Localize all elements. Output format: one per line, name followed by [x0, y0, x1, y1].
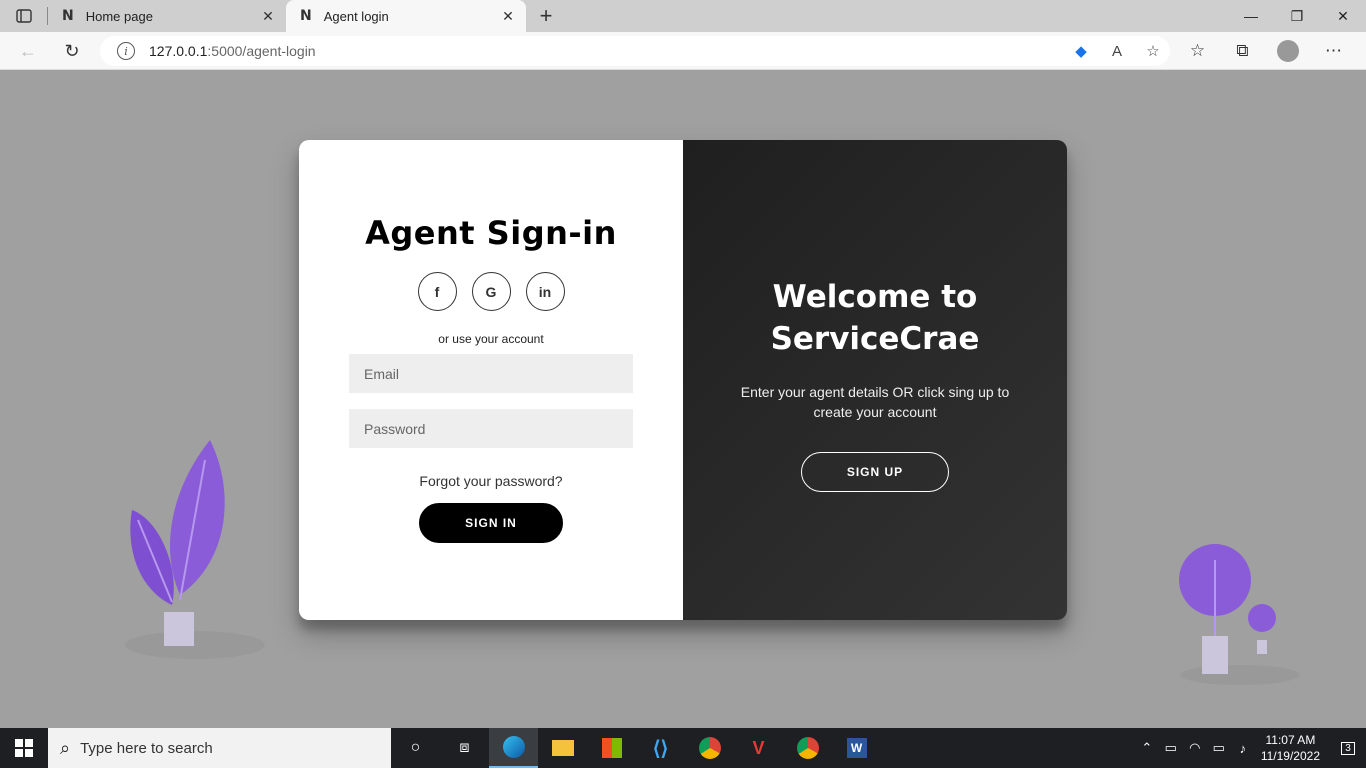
- notification-count: 3: [1341, 741, 1355, 755]
- tab-strip: N Home page ✕ N Agent login ✕ + — ❐ ✕: [0, 0, 1366, 32]
- tab-agent-login[interactable]: N Agent login ✕: [286, 0, 526, 32]
- battery-icon[interactable]: ▭: [1207, 740, 1231, 756]
- windows-start-icon[interactable]: [0, 728, 48, 768]
- back-icon[interactable]: ←: [10, 32, 46, 70]
- welcome-description: Enter your agent details OR click sing u…: [740, 384, 1010, 420]
- restore-icon[interactable]: ❐: [1274, 0, 1320, 32]
- social-login-group: f G in: [417, 272, 565, 311]
- coupon-tag-icon[interactable]: ◆: [1072, 42, 1090, 60]
- read-aloud-icon[interactable]: A: [1108, 42, 1126, 60]
- close-tab-icon[interactable]: ✕: [500, 8, 516, 25]
- minimize-icon[interactable]: —: [1228, 0, 1274, 32]
- signin-button[interactable]: SIGN IN: [419, 503, 563, 543]
- site-info-icon[interactable]: i: [117, 42, 135, 60]
- wifi-icon[interactable]: ◠: [1183, 740, 1207, 756]
- browser-toolbar-icons: ☆ ⧉ ⋯: [1175, 32, 1356, 70]
- page-viewport: Agent Sign-in f G in or use your account…: [0, 70, 1366, 728]
- signup-button[interactable]: SIGN UP: [801, 452, 949, 492]
- favorites-icon[interactable]: ☆: [1175, 41, 1220, 61]
- tree-right-illustration: [1179, 544, 1300, 685]
- tab-actions-icon[interactable]: [0, 0, 48, 32]
- search-icon: ⌕: [60, 737, 71, 758]
- collections-icon[interactable]: ⧉: [1220, 41, 1265, 61]
- clock-time: 11:07 AM: [1265, 733, 1316, 747]
- microsoft-store-icon[interactable]: [587, 728, 636, 768]
- welcome-title: Welcome to ServiceCrae: [771, 276, 980, 360]
- url-path: :5000/agent-login: [207, 43, 316, 59]
- google-icon[interactable]: G: [471, 272, 511, 311]
- signin-panel: Agent Sign-in f G in or use your account…: [299, 140, 683, 620]
- signin-title: Agent Sign-in: [365, 214, 617, 252]
- plant-left-illustration: [125, 440, 265, 659]
- cortana-icon[interactable]: ○: [391, 728, 440, 768]
- vscode-icon[interactable]: ⟨⟩: [636, 728, 685, 768]
- chevron-up-icon[interactable]: ⌃: [1135, 740, 1159, 756]
- more-menu-icon[interactable]: ⋯: [1311, 41, 1356, 61]
- login-card: Agent Sign-in f G in or use your account…: [299, 140, 1067, 620]
- address-bar[interactable]: i 127.0.0.1:5000/agent-login ◆ A ☆: [100, 36, 1170, 66]
- tab-label: Agent login: [323, 8, 389, 24]
- edge-browser-icon[interactable]: [489, 728, 538, 768]
- password-field[interactable]: [349, 409, 633, 448]
- new-tab-button[interactable]: +: [530, 0, 562, 32]
- url-text: 127.0.0.1:5000/agent-login: [149, 43, 316, 59]
- welcome-title-line2: ServiceCrae: [770, 321, 980, 357]
- clock[interactable]: 11:07 AM 11/19/2022: [1261, 732, 1320, 764]
- notification-center-icon[interactable]: 3: [1330, 741, 1366, 755]
- url-host: 127.0.0.1: [149, 43, 208, 59]
- site-favicon-icon: N: [62, 8, 74, 24]
- system-tray: ⌃ ▭ ◠ ▭ ♪ 11:07 AM 11/19/2022 3: [1135, 728, 1366, 768]
- taskbar-search[interactable]: ⌕ Type here to search: [48, 728, 391, 768]
- chrome-profile-icon[interactable]: [685, 728, 734, 768]
- address-bar-icons: ◆ A ☆: [1072, 36, 1162, 66]
- address-toolbar: ← ↻ i 127.0.0.1:5000/agent-login ◆ A ☆ ☆…: [0, 32, 1366, 70]
- add-favorite-icon[interactable]: ☆: [1144, 42, 1162, 60]
- chrome-icon[interactable]: [783, 728, 832, 768]
- window-controls: — ❐ ✕: [1228, 0, 1366, 32]
- welcome-panel: Welcome to ServiceCrae Enter your agent d…: [683, 140, 1067, 620]
- or-use-account-text: or use your account: [438, 332, 544, 346]
- welcome-title-line1: Welcome to: [772, 279, 978, 315]
- close-tab-icon[interactable]: ✕: [260, 8, 276, 25]
- site-favicon-icon: N: [300, 8, 312, 24]
- forgot-password-link[interactable]: Forgot your password?: [419, 473, 562, 489]
- close-window-icon[interactable]: ✕: [1320, 0, 1366, 32]
- task-view-icon[interactable]: ⧈: [440, 728, 489, 768]
- pdf-app-icon[interactable]: V: [734, 728, 783, 768]
- taskbar-search-placeholder: Type here to search: [80, 739, 213, 757]
- windows-taskbar: ⌕ Type here to search ○ ⧈ ⟨⟩ V W ⌃ ▭ ◠ ▭…: [0, 728, 1366, 768]
- tab-home-page[interactable]: N Home page ✕: [48, 0, 286, 32]
- word-icon[interactable]: W: [832, 728, 881, 768]
- clock-date: 11/19/2022: [1260, 749, 1320, 763]
- profile-avatar[interactable]: [1277, 40, 1299, 62]
- linkedin-icon[interactable]: in: [525, 272, 565, 311]
- meet-now-icon[interactable]: ▭: [1159, 740, 1183, 756]
- email-field[interactable]: [349, 354, 633, 393]
- file-explorer-icon[interactable]: [538, 728, 587, 768]
- volume-icon[interactable]: ♪: [1231, 741, 1255, 756]
- refresh-icon[interactable]: ↻: [54, 32, 90, 70]
- tab-label: Home page: [85, 8, 153, 24]
- facebook-icon[interactable]: f: [417, 272, 457, 311]
